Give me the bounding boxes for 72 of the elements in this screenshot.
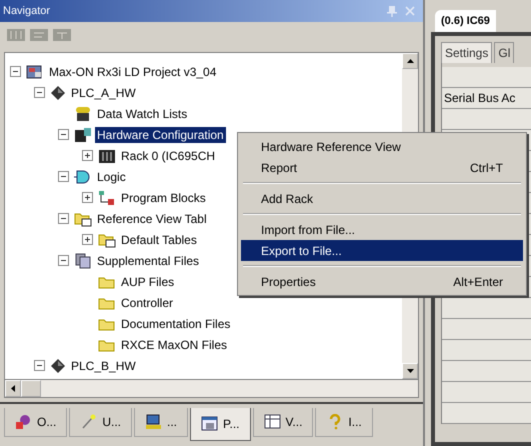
diamond-icon [50,84,66,100]
panel-tab[interactable]: U... [69,408,132,437]
expand-button[interactable] [82,192,92,203]
glasses-icon [74,106,92,122]
settings-tab[interactable]: Gl [494,42,514,63]
tree-item[interactable]: Reference View Tabl [95,210,209,226]
menu-item[interactable]: Add Rack [241,188,523,209]
horizontal-scrollbar[interactable] [4,380,419,398]
tree-item[interactable]: Documentation Files [119,316,232,332]
expand-button[interactable] [82,234,92,245]
up-arrow-icon [406,59,414,63]
tree-item[interactable]: Supplemental Files [95,252,202,268]
tree-item[interactable]: AUP Files [119,274,176,290]
menu-item-label: Hardware Reference View [261,140,402,154]
folder-table-icon [74,210,92,226]
tree-item[interactable]: Rack 0 (IC695CH [119,148,218,164]
tree-item[interactable]: PLC_A_HW [69,84,138,100]
scroll-left-button[interactable] [5,380,21,397]
left-arrow-icon [11,385,15,392]
tree-item[interactable]: Max-ON Rx3i LD Project v3_04 [47,64,218,80]
project-icon [26,64,44,80]
monitor-icon [145,414,164,430]
panel-tab[interactable]: P... [190,408,250,441]
shortcut-label: Ctrl+T [470,160,503,174]
collapse-button[interactable] [10,66,20,77]
menu-item[interactable]: Hardware Reference View [241,136,523,157]
gate-icon [74,168,92,184]
diamond-icon [50,358,66,374]
panel-tab[interactable]: I... [315,408,373,437]
window-icon [201,416,220,432]
settings-tab[interactable]: Settings [441,42,492,63]
menu-item[interactable]: Import from File... [241,219,523,240]
tree-item[interactable]: Logic [95,168,128,184]
scroll-down-button[interactable] [402,363,418,379]
tree-item[interactable]: Hardware Configuration [95,126,226,142]
documents-icon [74,252,92,268]
scroll-thumb[interactable] [21,380,41,397]
table-icon [264,414,282,430]
editor-tab[interactable]: (0.6) IC69 [435,10,496,32]
collapse-button[interactable] [58,171,68,182]
tree-item[interactable]: PLC_B_HW [69,358,138,374]
rack-icon [98,148,116,164]
panel-tab[interactable]: V... [252,408,314,437]
pin-icon [80,414,98,430]
hardware-icon [74,126,92,142]
collapse-button[interactable] [34,87,44,98]
tree-item[interactable]: Data Watch Lists [95,106,190,122]
down-arrow-icon [406,369,414,373]
collapse-button[interactable] [58,255,68,266]
menu-item[interactable]: Export to File... [241,240,523,261]
panel-tab[interactable]: ... [134,408,188,437]
menu-item-label: Properties [261,274,317,288]
menu-item[interactable]: Report Ctrl+T [241,157,523,178]
window-title: Navigator [3,5,52,17]
tree-item[interactable]: Default Tables [119,232,199,248]
tree-item[interactable]: RXCE MaxON Files [119,336,230,352]
collapse-button[interactable] [34,360,44,371]
collapse-button[interactable] [58,129,68,140]
shortcut-label: Alt+Enter [453,274,503,288]
property-row: Serial Bus Ac [442,88,531,109]
menu-item-label: Report [261,160,298,174]
panel-tab[interactable]: O... [4,408,68,437]
menu-item-label: Import from File... [261,222,356,236]
scroll-up-button[interactable] [402,53,418,69]
menu-item[interactable]: Properties Alt+Enter [241,271,523,292]
folder-table-icon [98,232,116,248]
collapse-button[interactable] [58,213,68,224]
menu-item-label: Export to File... [261,244,343,258]
menu-item-label: Add Rack [261,192,314,206]
expand-button[interactable] [82,150,92,161]
tree-item[interactable]: Program Blocks [119,190,208,206]
tree-item[interactable]: Controller [119,294,176,310]
